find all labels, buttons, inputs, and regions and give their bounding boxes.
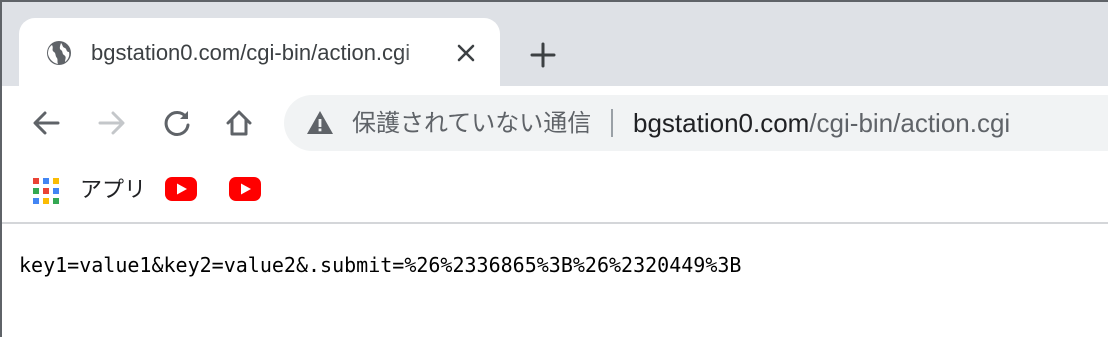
active-tab[interactable]: bgstation0.com/cgi-bin/action.cgi: [19, 18, 500, 88]
youtube-icon[interactable]: [229, 177, 261, 201]
back-arrow-icon: [33, 111, 60, 135]
url-host: bgstation0.com: [633, 108, 810, 138]
globe-icon: [45, 39, 73, 67]
toolbar-divider: [2, 222, 1108, 224]
browser-window: bgstation0.com/cgi-bin/action.cgi 保護されてい…: [0, 0, 1108, 337]
plus-icon[interactable]: [526, 38, 560, 72]
omnibox-divider: [611, 109, 613, 137]
close-icon[interactable]: [452, 39, 480, 67]
reload-icon: [164, 110, 190, 136]
forward-button[interactable]: [93, 104, 131, 142]
reload-button[interactable]: [158, 104, 196, 142]
address-bar[interactable]: 保護されていない通信 bgstation0.com/cgi-bin/action…: [284, 95, 1108, 151]
url-text[interactable]: bgstation0.com/cgi-bin/action.cgi: [633, 106, 1010, 140]
apps-grid-icon: [32, 177, 60, 205]
url-path: /cgi-bin/action.cgi: [809, 108, 1011, 138]
tab-title: bgstation0.com/cgi-bin/action.cgi: [91, 40, 411, 65]
warning-triangle-icon[interactable]: [306, 109, 334, 137]
home-icon: [226, 110, 252, 136]
tab-strip: bgstation0.com/cgi-bin/action.cgi: [2, 2, 1108, 88]
toolbar: 保護されていない通信 bgstation0.com/cgi-bin/action…: [2, 86, 1108, 164]
bookmarks-bar: アプリ: [2, 164, 1108, 222]
back-button[interactable]: [27, 104, 65, 142]
security-status-text[interactable]: 保護されていない通信: [352, 107, 591, 139]
home-button[interactable]: [220, 104, 258, 142]
page-body-text: key1=value1&key2=value2&.submit=%26%2336…: [19, 253, 742, 277]
apps-label: アプリ: [80, 178, 147, 203]
youtube-icon[interactable]: [165, 177, 197, 201]
forward-arrow-icon: [98, 111, 125, 135]
